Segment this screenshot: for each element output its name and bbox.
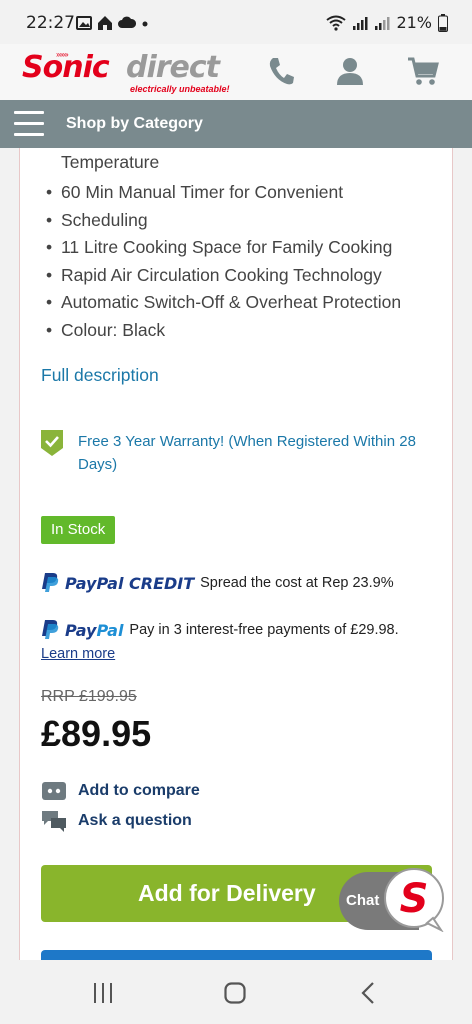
logo-arrows-icon: ››››››› xyxy=(56,50,69,59)
compare-icon xyxy=(42,782,66,800)
phone-icon[interactable] xyxy=(262,52,300,90)
home-button-icon[interactable] xyxy=(215,980,255,1006)
signal-icon xyxy=(353,16,368,30)
home-icon xyxy=(98,16,112,30)
ask-a-question-label: Ask a question xyxy=(78,812,192,829)
chat-label: Chat xyxy=(346,892,380,909)
paypal-p-icon xyxy=(42,620,59,639)
status-icons-right: 21% xyxy=(326,13,448,32)
feature-item: 60 Min Manual Timer for Convenient xyxy=(46,179,401,207)
chat-widget[interactable]: Chat S xyxy=(339,868,445,932)
signal-icon xyxy=(375,16,390,30)
shop-by-category-bar[interactable]: Shop by Category xyxy=(0,100,472,148)
wifi-icon xyxy=(326,15,347,31)
secondary-action-button[interactable] xyxy=(41,950,432,960)
paypal-learn-more-link[interactable]: Learn more xyxy=(41,646,115,662)
sonicdirect-logo[interactable]: Sonic direct ››››››› electrically unbeat… xyxy=(22,50,256,96)
paypal-credit-text: Spread the cost at Rep 23.9% xyxy=(200,575,394,591)
back-icon[interactable] xyxy=(348,980,388,1006)
rrp-price: RRP £199.95 xyxy=(41,688,137,705)
battery-icon xyxy=(438,13,448,32)
site-header: Sonic direct ››››››› electrically unbeat… xyxy=(0,44,472,100)
feature-continuation: Temperature xyxy=(61,152,160,172)
paypal-p-icon xyxy=(42,573,59,592)
dot-icon xyxy=(142,21,148,27)
feature-item-continuation: Scheduling xyxy=(46,207,401,235)
hamburger-menu-icon[interactable] xyxy=(14,111,44,137)
product-content: Temperature 60 Min Manual Timer for Conv… xyxy=(19,148,453,960)
chat-brand-letter: S xyxy=(400,876,429,922)
logo-text-direct: direct xyxy=(126,50,220,85)
add-to-compare-label: Add to compare xyxy=(78,782,200,799)
sonic-chat-bubble-icon[interactable]: S xyxy=(383,868,445,932)
system-nav-bar xyxy=(0,960,472,1024)
paypal-pay-in-3-row: PayPal Pay in 3 interest-free payments of… xyxy=(41,619,451,641)
feature-item: Rapid Air Circulation Cooking Technology xyxy=(46,262,401,290)
ask-a-question-button[interactable]: Ask a question xyxy=(41,809,341,835)
paypal-credit-row[interactable]: PayPal CREDIT Spread the cost at Rep 23.9… xyxy=(41,572,451,594)
feature-item: Automatic Switch-Off & Overheat Protecti… xyxy=(46,289,401,317)
paypal-logo: PayPal xyxy=(65,620,124,640)
image-icon xyxy=(76,16,92,30)
cloud-icon xyxy=(118,16,136,28)
paypal-credit-logo: PayPal CREDIT xyxy=(65,573,195,593)
status-bar: 22:27 21% xyxy=(0,0,472,44)
cart-icon[interactable] xyxy=(404,52,442,90)
feature-list: 60 Min Manual Timer for Convenient Sched… xyxy=(46,179,401,344)
chat-bubbles-icon xyxy=(42,811,66,832)
warranty-text: Free 3 Year Warranty! (When Registered W… xyxy=(78,433,416,473)
status-time: 22:27 xyxy=(26,13,75,33)
shop-by-category-label: Shop by Category xyxy=(66,115,203,132)
paypal-pay-in-3-text: Pay in 3 interest-free payments of £29.9… xyxy=(129,622,399,638)
feature-item: Colour: Black xyxy=(46,317,401,345)
add-to-compare-button[interactable]: Add to compare xyxy=(41,779,341,805)
product-price: £89.95 xyxy=(41,713,152,754)
status-icons-left xyxy=(76,14,150,32)
full-description-link[interactable]: Full description xyxy=(41,365,159,386)
warranty-shield-check-icon xyxy=(41,430,63,456)
feature-item: 11 Litre Cooking Space for Family Cookin… xyxy=(46,234,401,262)
stock-status-badge: In Stock xyxy=(41,516,116,544)
battery-percent: 21% xyxy=(396,13,432,32)
recent-apps-icon[interactable] xyxy=(83,980,123,1006)
account-icon[interactable] xyxy=(331,52,369,90)
logo-tagline: electrically unbeatable! xyxy=(130,84,230,94)
